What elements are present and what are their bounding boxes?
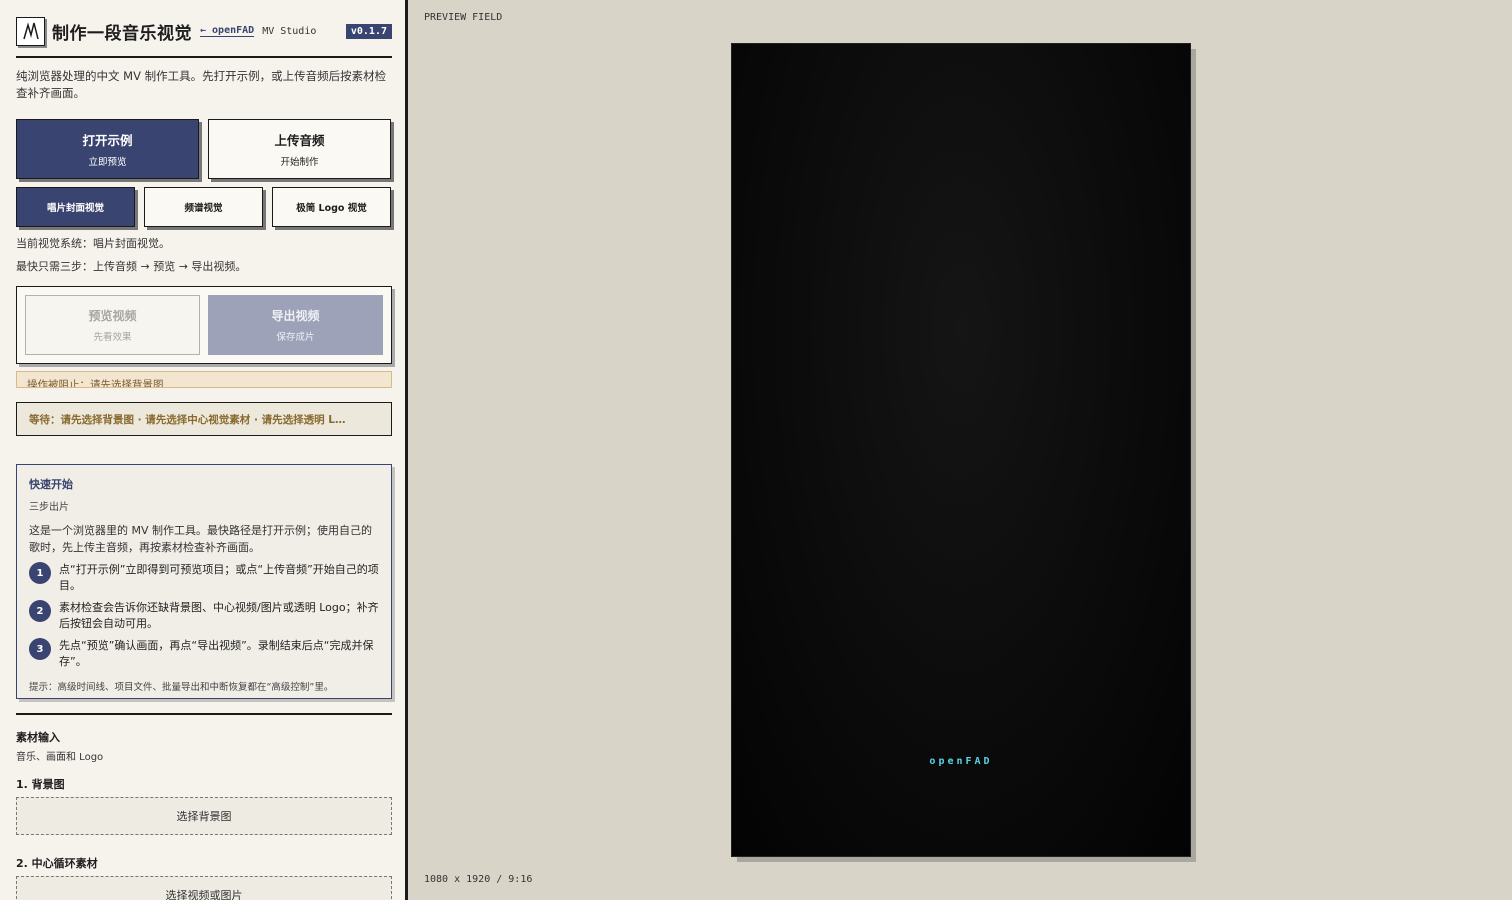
select-background-button[interactable]: 选择背景图 — [16, 797, 392, 835]
preview-field-label: PREVIEW FIELD — [424, 12, 503, 23]
step-text: 点“打开示例”立即得到可预览项目；或点“上传音频”开始自己的项目。 — [59, 563, 379, 592]
quick-start-hint: 提示：高级时间线、项目文件、批量导出和中断恢复都在“高级控制”里。 — [29, 682, 334, 693]
step-text: 素材检查会告诉你还缺背景图、中心视频/图片或透明 Logo；补齐后按钮会自动可用… — [59, 601, 379, 630]
preview-video-button[interactable]: 预览视频 先看效果 — [25, 295, 200, 355]
preview-video-label: 预览视频 — [88, 309, 137, 323]
preview-logo-text: openFAD — [929, 756, 993, 767]
select-center-media-button[interactable]: 选择视频或图片 — [16, 876, 392, 900]
waiting-status-text: 等待：请先选择背景图 · 请先选择中心视觉素材 · 请先选择透明 L… — [29, 413, 346, 426]
assets-section-title: 素材输入 — [16, 731, 60, 744]
quick-start-step: 2 素材检查会告诉你还缺背景图、中心视频/图片或透明 Logo；补齐后按钮会自动… — [29, 600, 379, 632]
app-header: 制作一段音乐视觉 ← openFAD MV Studio v0.1.7 — [16, 15, 392, 47]
app-logo-icon — [16, 16, 45, 46]
open-example-label: 打开示例 — [82, 133, 133, 148]
steps-hint: 最快只需三步：上传音频 → 预览 → 导出视频。 — [16, 260, 247, 273]
current-visual-system: 当前视觉系统：唱片封面视觉。 — [16, 237, 170, 250]
export-video-sub: 保存成片 — [276, 332, 315, 343]
export-video-button[interactable]: 导出视频 保存成片 — [208, 295, 383, 355]
version-badge: v0.1.7 — [345, 23, 392, 39]
visual-spectrum-button[interactable]: 频谱视觉 — [144, 187, 263, 227]
upload-audio-sub: 开始制作 — [280, 157, 319, 168]
export-video-label: 导出视频 — [271, 309, 320, 323]
background-label: 1. 背景图 — [16, 778, 65, 791]
blocked-message: 操作被阻止：请先选择背景图 — [16, 371, 392, 388]
quick-start-step: 3 先点“预览”确认画面，再点“导出视频”。录制结束后点“完成并保存”。 — [29, 638, 379, 670]
open-example-button[interactable]: 打开示例 立即预览 — [16, 119, 199, 179]
upload-audio-label: 上传音频 — [274, 133, 325, 148]
quick-start-subtitle: 三步出片 — [29, 502, 69, 513]
preview-video-sub: 先看效果 — [93, 332, 132, 343]
visual-minimal-logo-button[interactable]: 极简 Logo 视觉 — [272, 187, 391, 227]
sidebar: 制作一段音乐视觉 ← openFAD MV Studio v0.1.7 纯浏览器… — [0, 0, 408, 900]
intro-text: 纯浏览器处理的中文 MV 制作工具。先打开示例，或上传音频后按素材检查补齐画面。 — [16, 69, 387, 100]
step-number-badge: 2 — [29, 600, 51, 622]
visual-record-cover-button[interactable]: 唱片封面视觉 — [16, 187, 135, 227]
back-link[interactable]: ← openFAD — [200, 25, 255, 37]
open-example-sub: 立即预览 — [88, 157, 127, 168]
waiting-status: 等待：请先选择背景图 · 请先选择中心视觉素材 · 请先选择透明 L… — [16, 402, 392, 436]
page-title: 制作一段音乐视觉 — [52, 23, 192, 44]
step-number-badge: 3 — [29, 638, 51, 660]
output-actions-box: 预览视频 先看效果 导出视频 保存成片 — [16, 286, 392, 364]
section-divider — [16, 713, 392, 715]
quick-start-title: 快速开始 — [29, 478, 73, 491]
header-divider — [16, 56, 392, 58]
preview-canvas[interactable]: openFAD — [731, 43, 1191, 857]
quick-start-description: 这是一个浏览器里的 MV 制作工具。最快路径是打开示例；使用自己的歌时，先上传主… — [29, 524, 373, 554]
preview-dimensions: 1080 x 1920 / 9:16 — [424, 874, 533, 885]
assets-section-subtitle: 音乐、画面和 Logo — [16, 752, 104, 763]
center-loop-label: 2. 中心循环素材 — [16, 857, 98, 870]
studio-label: MV Studio — [262, 25, 317, 37]
upload-audio-button[interactable]: 上传音频 开始制作 — [208, 119, 391, 179]
step-text: 先点“预览”确认画面，再点“导出视频”。录制结束后点“完成并保存”。 — [59, 639, 374, 668]
quick-start-step: 1 点“打开示例”立即得到可预览项目；或点“上传音频”开始自己的项目。 — [29, 562, 379, 594]
quick-start-panel: 快速开始 三步出片 这是一个浏览器里的 MV 制作工具。最快路径是打开示例；使用… — [16, 464, 392, 699]
step-number-badge: 1 — [29, 562, 51, 584]
